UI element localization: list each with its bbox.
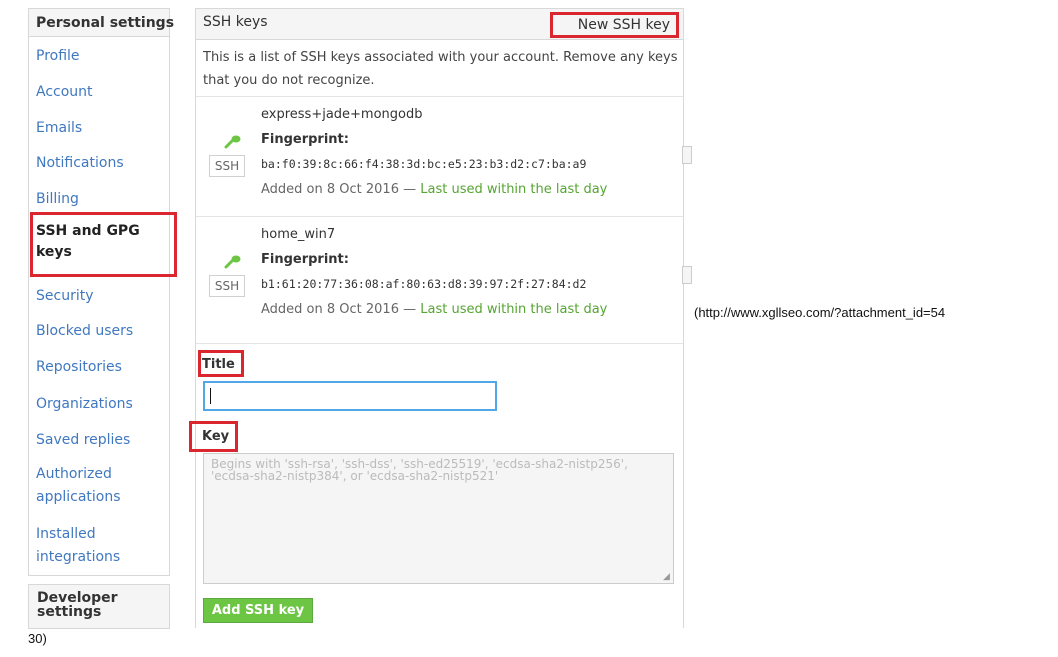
panel-title: SSH keys [203, 14, 268, 30]
ssh-key-entry: SSH home_win7 Fingerprint: b1:61:20:77:3… [196, 217, 683, 337]
developer-settings-box[interactable]: Developer settings [28, 584, 170, 629]
title-label: Title [202, 357, 235, 372]
sidebar-header: Personal settings [29, 9, 174, 37]
fingerprint-label: Fingerprint: [261, 132, 349, 147]
fingerprint-label: Fingerprint: [261, 252, 349, 267]
delete-button-edge[interactable] [682, 266, 692, 284]
sidebar-item-installed-integrations[interactable]: Installed integrations [36, 523, 146, 569]
caption-url: (http://www.xgllseo.com/?attachment_id=5… [694, 305, 946, 320]
settings-sidebar: Personal settings Profile Account Emails… [28, 8, 174, 576]
added-text: Added on 8 Oct 2016 — [261, 182, 417, 197]
caption-url-tail: 30) [28, 631, 47, 646]
sidebar-item-account[interactable]: Account [36, 81, 93, 104]
key-textarea[interactable]: Begins with 'ssh-rsa', 'ssh-dss', 'ssh-e… [203, 453, 674, 584]
sidebar-item-security[interactable]: Security [36, 285, 94, 308]
divider [196, 343, 683, 344]
ssh-key-entry: SSH express+jade+mongodb Fingerprint: ba… [196, 97, 683, 217]
developer-settings-label: Developer settings [37, 590, 118, 620]
sidebar-item-blocked-users[interactable]: Blocked users [36, 320, 133, 343]
sidebar-item-emails[interactable]: Emails [36, 117, 82, 140]
title-input[interactable] [203, 381, 497, 411]
ssh-badge: SSH [209, 275, 245, 297]
sidebar-item-notifications[interactable]: Notifications [36, 152, 124, 175]
sidebar-item-billing[interactable]: Billing [36, 188, 79, 211]
sidebar-selection-highlight [30, 212, 177, 277]
text-cursor [210, 388, 211, 404]
panel-header: SSH keys New SSH key [196, 9, 683, 40]
fingerprint-value: b1:61:20:77:36:08:af:80:63:d8:39:97:2f:2… [261, 277, 587, 291]
key-name: express+jade+mongodb [261, 107, 423, 122]
key-placeholder: Begins with 'ssh-rsa', 'ssh-dss', 'ssh-e… [211, 457, 628, 483]
delete-button-edge[interactable] [682, 146, 692, 164]
key-label: Key [202, 429, 230, 444]
key-added-date: Added on 8 Oct 2016 — Last used within t… [261, 302, 607, 317]
resize-grip-icon[interactable]: ◢ [663, 573, 671, 582]
ssh-keys-intro: This is a list of SSH keys associated wi… [203, 50, 678, 88]
last-used-status: Last used within the last day [420, 182, 608, 197]
ssh-badge: SSH [209, 155, 245, 177]
sidebar-item-profile[interactable]: Profile [36, 45, 80, 68]
sidebar-item-repositories[interactable]: Repositories [36, 356, 122, 379]
key-added-date: Added on 8 Oct 2016 — Last used within t… [261, 182, 607, 197]
key-name: home_win7 [261, 227, 336, 242]
new-ssh-key-button[interactable]: New SSH key [550, 12, 679, 38]
key-icon [224, 255, 241, 269]
key-icon [224, 135, 241, 149]
fingerprint-value: ba:f0:39:8c:66:f4:38:3d:bc:e5:23:b3:d2:c… [261, 157, 587, 171]
last-used-status: Last used within the last day [420, 302, 608, 317]
sidebar-item-saved-replies[interactable]: Saved replies [36, 429, 130, 452]
sidebar-item-organizations[interactable]: Organizations [36, 393, 133, 416]
sidebar-item-authorized-applications[interactable]: Authorized applications [36, 463, 146, 509]
add-ssh-key-button[interactable]: Add SSH key [203, 598, 313, 623]
added-text: Added on 8 Oct 2016 — [261, 302, 417, 317]
